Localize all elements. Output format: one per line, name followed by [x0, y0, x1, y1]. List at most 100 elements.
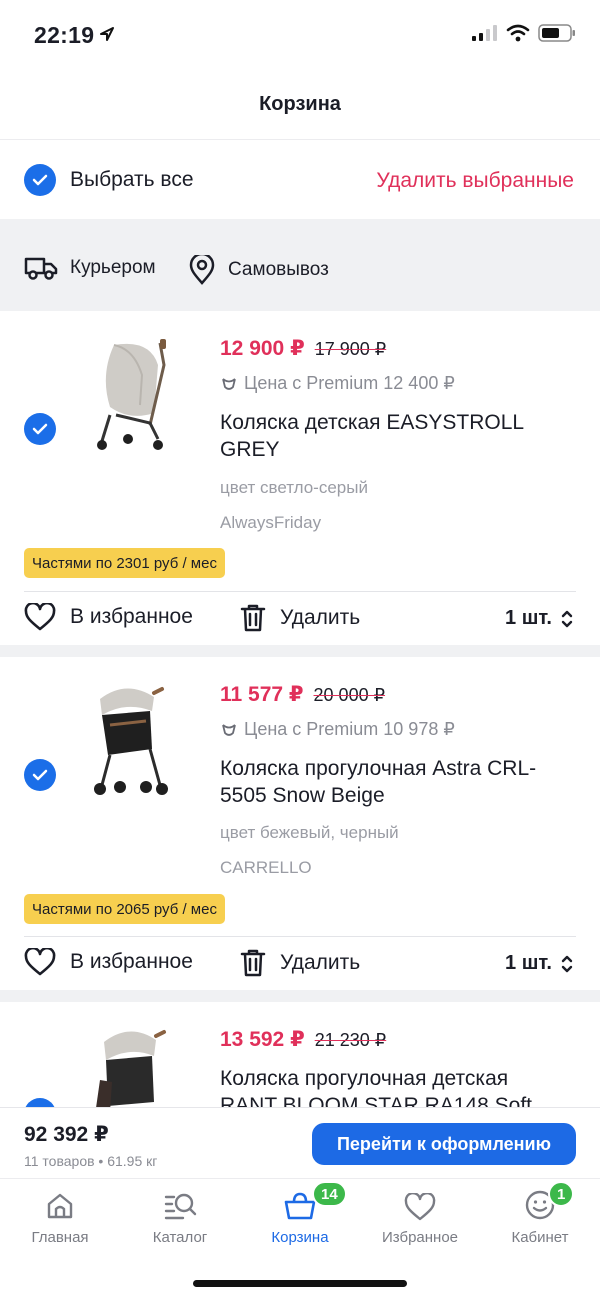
old-price: 21 230 ₽ [314, 1030, 387, 1050]
delivery-options: Курьером Самовывоз [0, 219, 600, 311]
quantity-selector[interactable]: 1 шт. [505, 952, 574, 975]
premium-price: Цена с Premium 12 400 ₽ [220, 373, 455, 394]
premium-price-label: Цена с Premium 10 978 ₽ [244, 719, 455, 739]
heart-icon [24, 948, 56, 976]
selection-bar: Выбрать все Удалить выбранные [0, 141, 600, 219]
checkmark-icon [32, 423, 48, 435]
product-name[interactable]: Коляска детская EASYSTROLL GREY [220, 409, 570, 463]
heart-icon [404, 1193, 436, 1221]
tab-favorites-label: Избранное [381, 1229, 459, 1246]
delete-item-label: Удалить [280, 606, 361, 629]
status-time: 22:19 [34, 22, 95, 48]
tab-cart-label: Корзина [271, 1229, 329, 1246]
heart-icon [24, 603, 56, 631]
cart-summary: 11 товаров • 61.95 кг [24, 1153, 158, 1169]
select-all-label: Выбрать все [70, 168, 194, 191]
checkmark-icon [32, 769, 48, 781]
checkmark-icon [24, 164, 56, 196]
delete-item-button[interactable]: Удалить [240, 603, 360, 633]
page-title: Корзина [259, 93, 341, 115]
cart-item: 11 577 ₽ 20 000 ₽ Цена с Premium 10 978 … [0, 657, 600, 990]
delivery-courier-option[interactable]: Курьером [24, 255, 156, 281]
add-to-favorites-button[interactable]: В избранное [24, 948, 193, 976]
current-price: 13 592 ₽ [220, 1028, 305, 1051]
cart-total: 92 392 ₽ [24, 1123, 109, 1146]
item-checkbox[interactable] [24, 413, 56, 445]
tab-favorites[interactable]: Избранное [360, 1187, 480, 1246]
price-row: 13 592 ₽ 21 230 ₽ [220, 1027, 386, 1052]
product-brand: AlwaysFriday [220, 513, 322, 532]
price-row: 12 900 ₽ 17 900 ₽ [220, 336, 386, 361]
cart-item: 12 900 ₽ 17 900 ₽ Цена с Premium 12 400 … [0, 311, 600, 645]
premium-crown-icon [222, 377, 236, 390]
cellular-signal-icon [472, 25, 497, 41]
old-price: 17 900 ₽ [314, 339, 387, 359]
chevron-up-down-icon [561, 955, 573, 972]
select-all-button[interactable]: Выбрать все [24, 164, 194, 196]
status-icons [472, 24, 576, 42]
tab-home-label: Главная [31, 1229, 89, 1246]
clipped-heading [22, 219, 212, 223]
location-arrow-icon [100, 27, 114, 41]
delete-item-label: Удалить [280, 951, 361, 974]
add-to-favorites-label: В избранное [70, 605, 193, 628]
tab-catalog-label: Каталог [152, 1229, 208, 1246]
delivery-courier-label: Курьером [70, 257, 156, 278]
item-checkbox[interactable] [24, 759, 56, 791]
premium-crown-icon [222, 723, 236, 736]
installment-badge: Частями по 2065 руб / мес [24, 894, 225, 924]
divider [24, 591, 576, 592]
item-checkbox[interactable] [24, 1098, 56, 1107]
catalog-search-icon [164, 1193, 197, 1220]
delivery-pickup-label: Самовывоз [228, 259, 329, 280]
quantity-value: 1 шт. [505, 952, 552, 974]
product-image-stroller[interactable] [80, 1022, 180, 1107]
delivery-pickup-option[interactable]: Самовывоз [188, 255, 329, 285]
product-image-stroller[interactable] [80, 681, 180, 801]
product-name[interactable]: Коляска прогулочная детская RANT BLOOM S… [220, 1065, 570, 1107]
bottom-tab-bar: Главная Каталог 14 Корзина Избранное 1 К… [0, 1178, 600, 1297]
premium-price: Цена с Premium 10 978 ₽ [220, 719, 455, 740]
truck-icon [24, 257, 58, 280]
header: Корзина [0, 70, 600, 140]
current-price: 11 577 ₽ [220, 683, 304, 706]
checkout-button[interactable]: Перейти к оформлению [312, 1123, 576, 1165]
tab-cart[interactable]: 14 Корзина [240, 1181, 360, 1246]
trash-icon [240, 949, 266, 977]
product-color: цвет светло-серый [220, 478, 368, 497]
home-indicator [193, 1280, 407, 1287]
divider [24, 936, 576, 937]
map-pin-icon [189, 255, 215, 285]
add-to-favorites-label: В избранное [70, 950, 193, 973]
quantity-value: 1 шт. [505, 607, 552, 629]
chevron-up-down-icon [561, 610, 573, 627]
product-brand: CARRELLO [220, 858, 312, 877]
installment-badge: Частями по 2301 руб / мес [24, 548, 225, 578]
delete-selected-button[interactable]: Удалить выбранные [376, 169, 574, 193]
profile-notification-badge: 1 [548, 1181, 575, 1207]
delete-item-button[interactable]: Удалить [240, 948, 360, 978]
current-price: 12 900 ₽ [220, 337, 305, 360]
section-gap [0, 990, 600, 1002]
quantity-selector[interactable]: 1 шт. [505, 607, 574, 630]
cart-item: 13 592 ₽ 21 230 ₽ Коляска прогулочная де… [0, 1002, 600, 1107]
status-bar: 22:19 [0, 0, 600, 70]
product-color: цвет бежевый, черный [220, 823, 399, 842]
home-icon [47, 1193, 73, 1219]
tab-catalog[interactable]: Каталог [120, 1187, 240, 1246]
product-image-stroller[interactable] [80, 335, 180, 455]
tab-home[interactable]: Главная [0, 1187, 120, 1246]
battery-icon [538, 24, 575, 42]
tab-profile[interactable]: 1 Кабинет [480, 1181, 600, 1246]
cart-count-badge: 14 [312, 1181, 347, 1207]
product-name[interactable]: Коляска прогулочная Astra CRL-5505 Snow … [220, 755, 570, 809]
old-price: 20 000 ₽ [313, 685, 386, 705]
checkout-bar: 92 392 ₽ 11 товаров • 61.95 кг Перейти к… [0, 1107, 600, 1177]
wifi-icon [506, 24, 530, 42]
tab-profile-label: Кабинет [511, 1229, 569, 1246]
premium-price-label: Цена с Premium 12 400 ₽ [244, 373, 455, 393]
add-to-favorites-button[interactable]: В избранное [24, 603, 193, 631]
trash-icon [240, 604, 266, 632]
price-row: 11 577 ₽ 20 000 ₽ [220, 682, 385, 707]
section-gap [0, 645, 600, 657]
